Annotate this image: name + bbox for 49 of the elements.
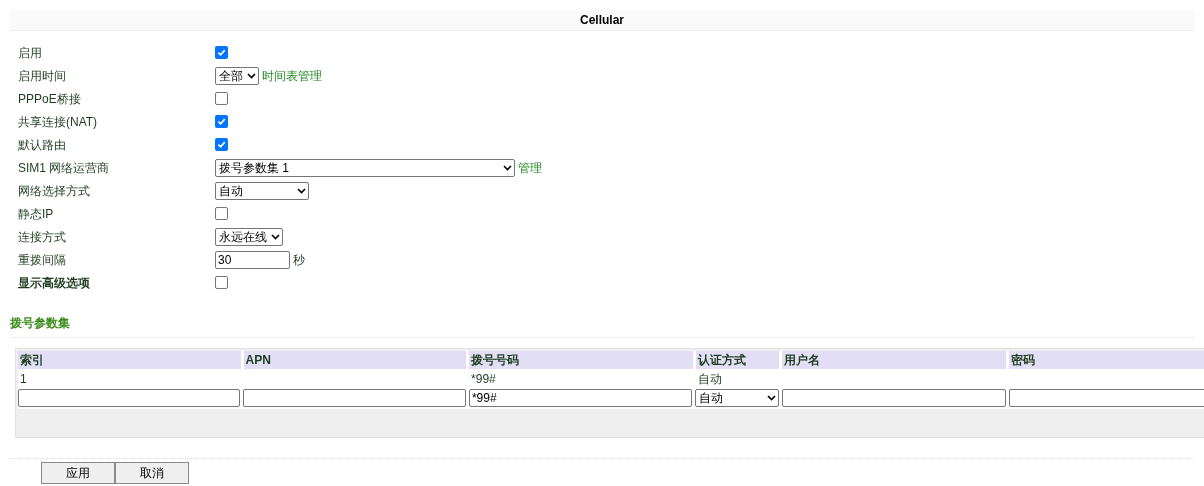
input-field[interactable]: 30: [215, 250, 290, 269]
checkbox[interactable]: [215, 46, 228, 59]
field-label: 共享连接(NAT): [18, 113, 99, 131]
checkbox[interactable]: [215, 115, 228, 128]
column-header: 拨号号码: [469, 351, 693, 369]
dropdown[interactable]: 自动: [215, 181, 309, 200]
field-label: 连接方式: [18, 228, 67, 246]
input-field[interactable]: [18, 389, 241, 407]
input-field[interactable]: *99#: [468, 389, 693, 407]
form-button[interactable]: 应用: [41, 462, 115, 484]
field-label: 显示高级选项: [18, 274, 91, 292]
field-label: 重拨间隔: [18, 251, 67, 269]
field-label: 启用时间: [18, 67, 67, 85]
dropdown[interactable]: 自动: [695, 389, 780, 407]
section-title: 拨号参数集: [10, 316, 70, 330]
manage-link[interactable]: 时间表管理: [262, 66, 322, 85]
dropdown[interactable]: 拨号参数集 1: [215, 158, 515, 177]
checkbox[interactable]: [215, 138, 228, 151]
chevron-down-icon: [503, 164, 512, 171]
field-label: 启用: [18, 44, 43, 62]
manage-link[interactable]: 管理: [518, 158, 542, 177]
form-button[interactable]: 取消: [115, 462, 189, 484]
chevron-down-icon: [247, 72, 256, 79]
page-title: Cellular: [580, 12, 624, 29]
checkbox[interactable]: [215, 276, 228, 289]
input-field[interactable]: [243, 389, 466, 407]
column-header: 认证方式: [695, 351, 779, 369]
input-field[interactable]: [1008, 389, 1204, 407]
chevron-down-icon: [767, 395, 777, 401]
table-cell-text: 自动: [697, 371, 722, 388]
field-label: PPPoE桥接: [18, 90, 82, 108]
chevron-down-icon: [297, 187, 306, 194]
table-cell-text: 1: [20, 371, 27, 388]
column-header: 索引: [18, 351, 241, 369]
input-field[interactable]: [782, 389, 1006, 407]
checkbox[interactable]: [215, 207, 228, 220]
column-header: APN: [243, 351, 467, 369]
column-header: 用户名: [782, 351, 1006, 369]
dropdown[interactable]: 全部: [215, 66, 259, 85]
field-label: 静态IP: [18, 205, 55, 223]
field-label: SIM1 网络运营商: [18, 159, 111, 177]
field-label: 默认路由: [18, 136, 67, 154]
chevron-down-icon: [271, 233, 280, 240]
unit-label: 秒: [293, 251, 305, 269]
dropdown[interactable]: 永远在线: [215, 227, 283, 246]
column-header: 密码: [1008, 351, 1204, 369]
field-label: 网络选择方式: [18, 182, 91, 200]
checkbox[interactable]: [215, 92, 228, 105]
table-cell-text: *99#: [471, 371, 496, 388]
